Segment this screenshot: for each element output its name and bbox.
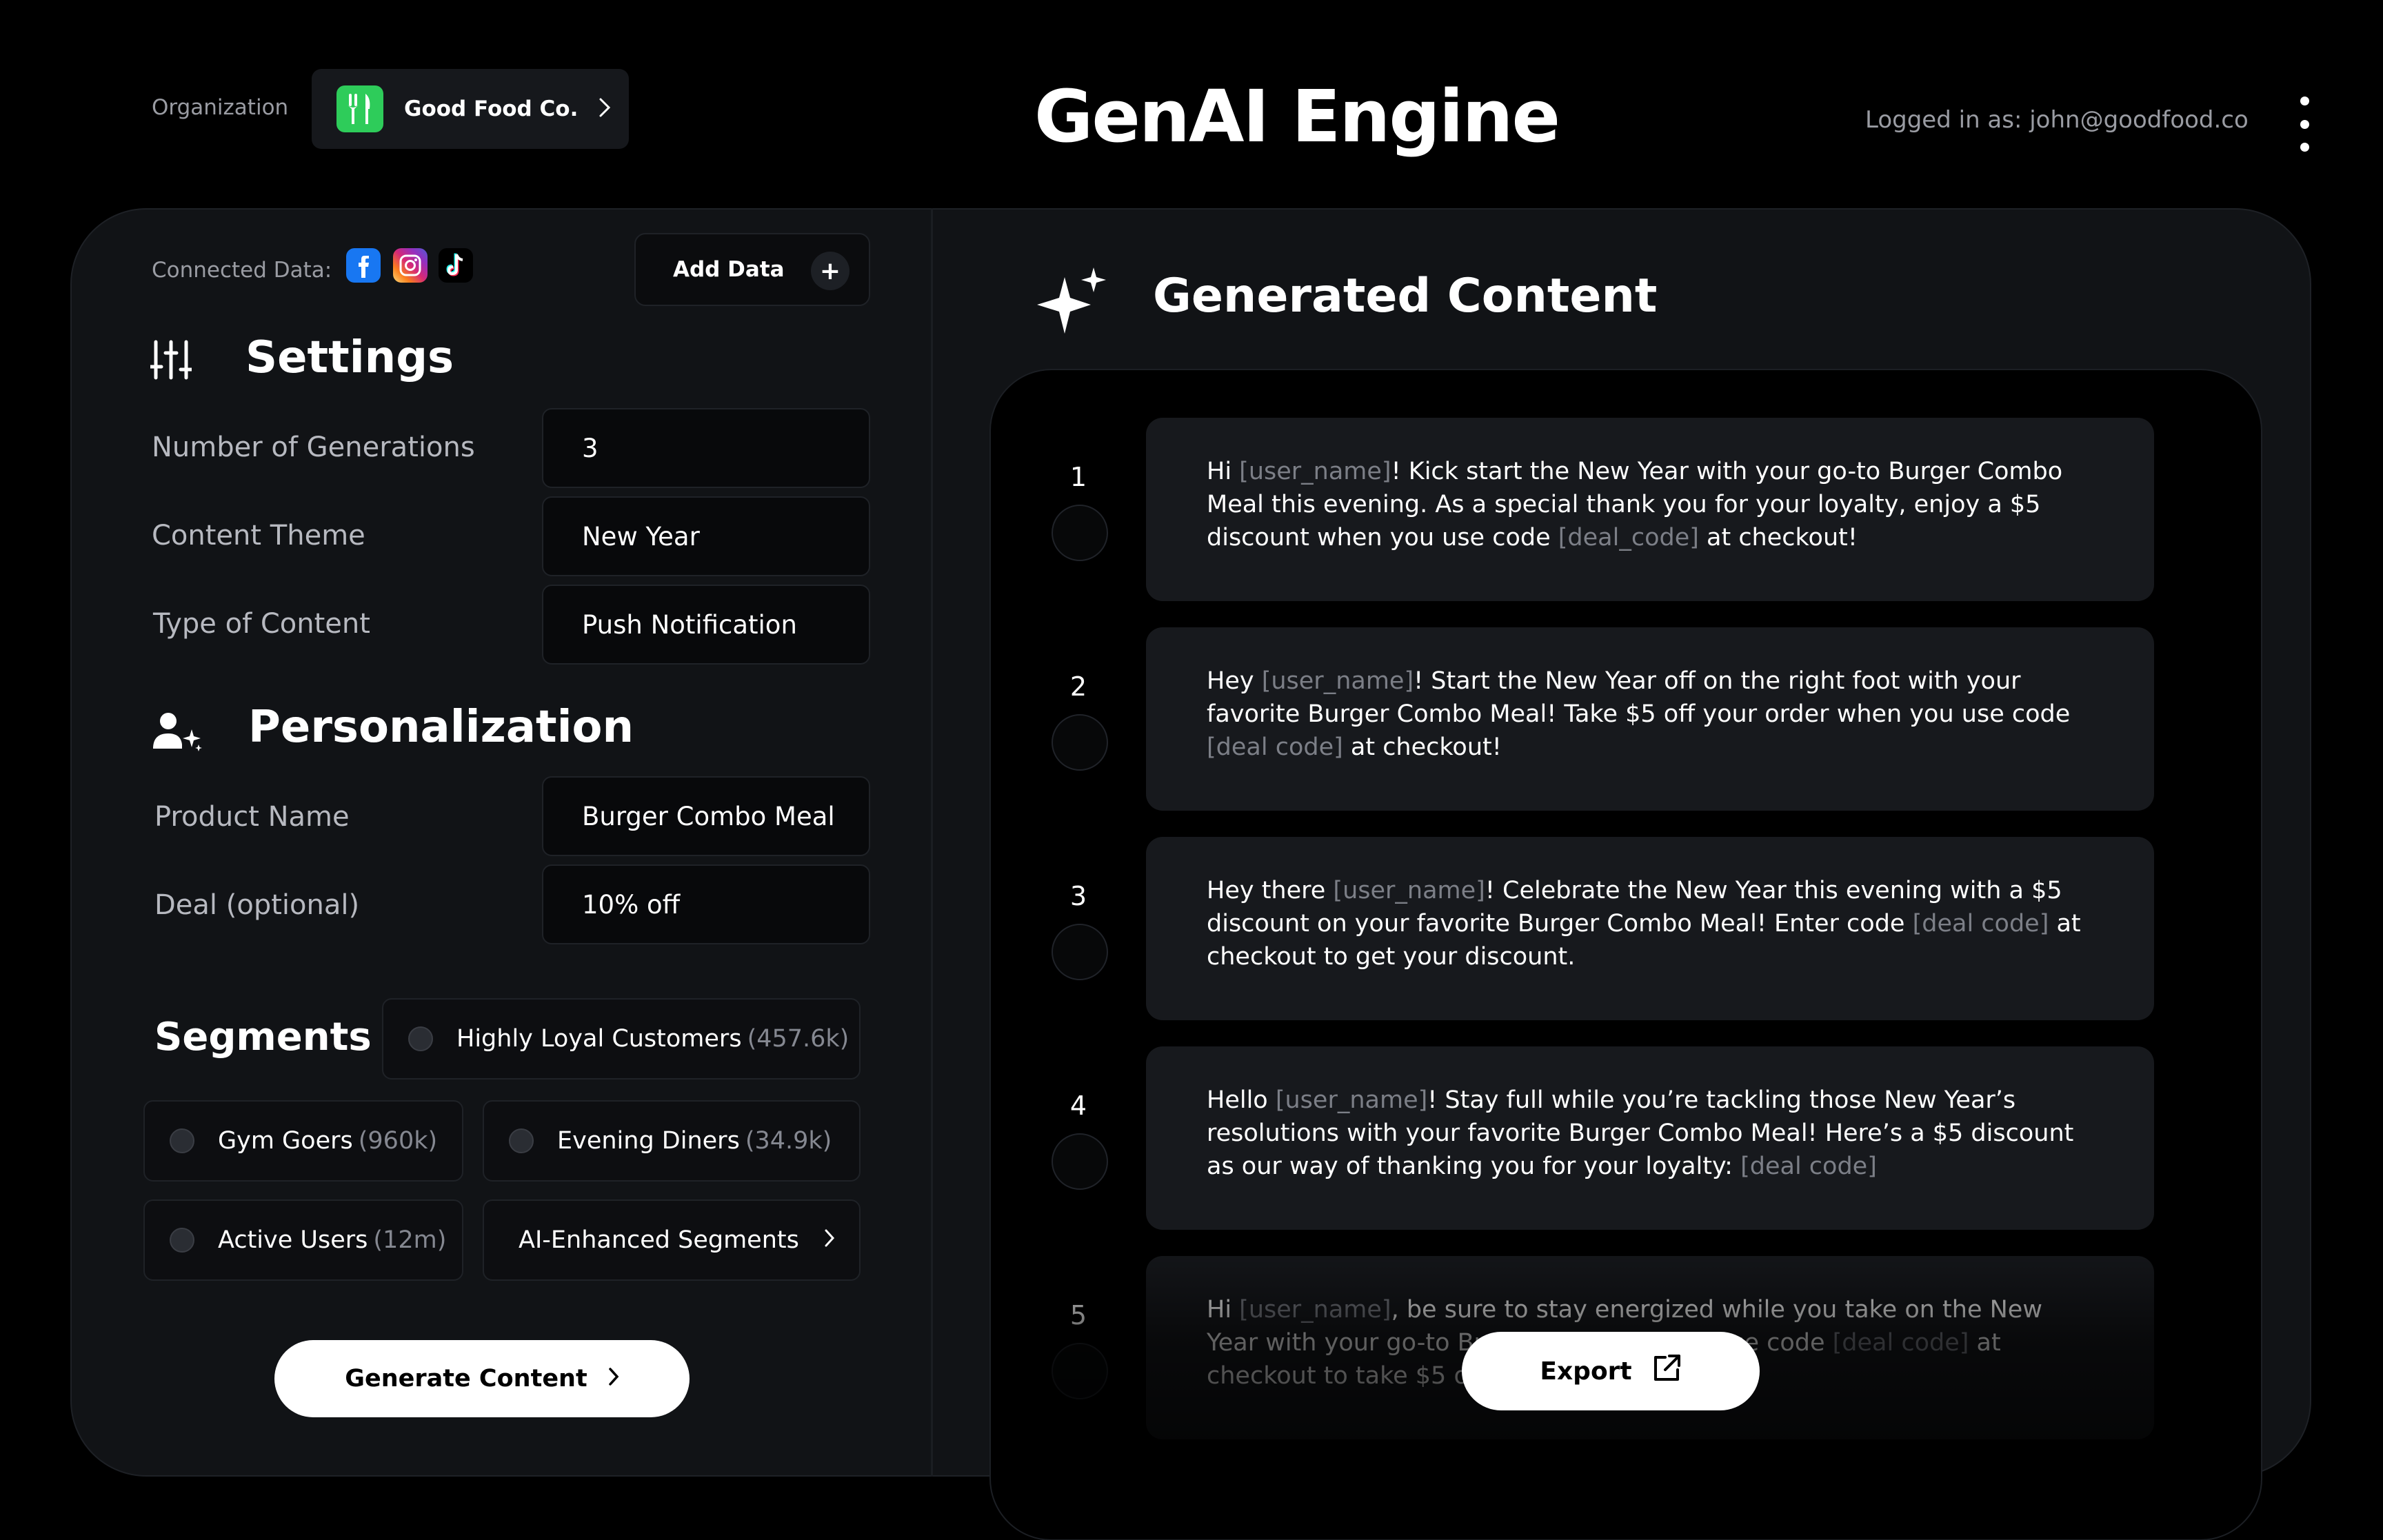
app-title: GenAI Engine: [1034, 74, 1560, 159]
fork-knife-icon: [336, 85, 383, 132]
tiktok-icon[interactable]: [439, 248, 473, 283]
segment-name: Active Users: [218, 1226, 368, 1254]
segment-radio[interactable]: [170, 1128, 194, 1153]
segment-active-users[interactable]: Active Users (12m): [143, 1199, 463, 1281]
organization-selector[interactable]: Good Food Co.: [312, 69, 629, 149]
placeholder-token: [user_name]: [1239, 1296, 1391, 1324]
content-text: Hi: [1207, 1296, 1240, 1324]
content-theme-label: Content Theme: [152, 520, 365, 551]
placeholder-token: [user_name]: [1275, 1086, 1428, 1114]
settings-title: Settings: [245, 332, 454, 383]
segment-gym-goers[interactable]: Gym Goers (960k): [143, 1100, 463, 1182]
user-sparkle-icon: [153, 710, 203, 756]
segment-radio[interactable]: [408, 1026, 433, 1051]
chevron-right-icon: [824, 1226, 835, 1254]
segment-count: (34.9k): [745, 1127, 832, 1155]
more-options-icon[interactable]: [2291, 97, 2318, 152]
connected-data-label: Connected Data:: [152, 258, 332, 283]
generation-number: 5: [1069, 1300, 1087, 1330]
generation-number: 4: [1069, 1091, 1087, 1121]
select-generation-radio[interactable]: [1052, 714, 1108, 771]
segment-name: Evening Diners: [557, 1127, 740, 1155]
generation-number: 1: [1069, 462, 1087, 492]
plus-icon: +: [811, 252, 849, 290]
segment-name: Highly Loyal Customers: [456, 1025, 742, 1053]
segment-evening-diners[interactable]: Evening Diners (34.9k): [483, 1100, 861, 1182]
number-of-generations-input[interactable]: 3: [542, 408, 870, 488]
segment-radio[interactable]: [509, 1128, 534, 1153]
generated-content-title: Generated Content: [1153, 269, 1658, 323]
placeholder-token: [deal code]: [1740, 1153, 1877, 1180]
generate-content-label: Generate Content: [345, 1365, 587, 1392]
deal-label: Deal (optional): [154, 889, 360, 921]
ai-enhanced-segments-label: AI-Enhanced Segments: [519, 1226, 799, 1254]
generated-content-card[interactable]: Hey [user_name]! Start the New Year off …: [1146, 627, 2154, 811]
placeholder-token: [deal_code]: [1558, 524, 1699, 551]
export-label: Export: [1540, 1357, 1632, 1386]
placeholder-token: [deal code]: [1832, 1329, 1969, 1357]
generation-number: 2: [1069, 671, 1087, 702]
panel-divider: [931, 208, 933, 1477]
ai-enhanced-segments-button[interactable]: AI-Enhanced Segments: [483, 1199, 861, 1281]
organization-label: Organization: [152, 95, 289, 120]
export-button[interactable]: Export: [1462, 1332, 1760, 1410]
content-text: Hey: [1207, 667, 1262, 695]
generated-content-card[interactable]: Hello [user_name]! Stay full while you’r…: [1146, 1046, 2154, 1230]
type-of-content-input[interactable]: Push Notification: [542, 585, 870, 665]
segment-count: (960k): [358, 1127, 438, 1155]
content-text: Hey there: [1207, 877, 1334, 904]
content-text: at checkout!: [1698, 524, 1858, 551]
select-generation-radio[interactable]: [1052, 505, 1108, 561]
placeholder-token: [deal code]: [1912, 910, 2049, 938]
type-of-content-label: Type of Content: [153, 608, 370, 640]
external-link-icon: [1651, 1353, 1682, 1390]
placeholder-token: [deal code]: [1207, 733, 1343, 761]
logged-in-user: Logged in as: john@goodfood.co: [1865, 106, 2249, 134]
select-generation-radio[interactable]: [1052, 1343, 1108, 1399]
content-text: Hi: [1207, 458, 1240, 485]
segments-title: Segments: [154, 1015, 372, 1060]
add-data-button[interactable]: Add Data +: [634, 233, 870, 306]
chevron-right-icon: [599, 97, 611, 121]
placeholder-token: [user_name]: [1333, 877, 1485, 904]
content-text: Hello: [1207, 1086, 1276, 1114]
personalization-title: Personalization: [248, 702, 634, 753]
generation-number: 3: [1069, 881, 1087, 911]
generated-content-card[interactable]: Hi [user_name]! Kick start the New Year …: [1146, 418, 2154, 601]
segment-highly-loyal-customers[interactable]: Highly Loyal Customers (457.6k): [382, 998, 861, 1080]
instagram-icon[interactable]: [393, 248, 428, 283]
product-name-input[interactable]: Burger Combo Meal: [542, 776, 870, 856]
sliders-icon: [148, 339, 194, 383]
facebook-icon[interactable]: [346, 248, 381, 283]
organization-name: Good Food Co.: [404, 97, 579, 121]
chevron-right-icon: [608, 1365, 619, 1392]
content-theme-input[interactable]: New Year: [542, 496, 870, 576]
placeholder-token: [user_name]: [1261, 667, 1414, 695]
select-generation-radio[interactable]: [1052, 1133, 1108, 1190]
sparkle-icon: [1034, 267, 1109, 341]
deal-input[interactable]: 10% off: [542, 864, 870, 944]
generated-content-card[interactable]: Hey there [user_name]! Celebrate the New…: [1146, 837, 2154, 1020]
generate-content-button[interactable]: Generate Content: [274, 1340, 690, 1417]
product-name-label: Product Name: [154, 801, 350, 833]
segment-name: Gym Goers: [218, 1127, 353, 1155]
segment-count: (12m): [373, 1226, 447, 1254]
segment-count: (457.6k): [747, 1025, 849, 1053]
number-of-generations-label: Number of Generations: [152, 432, 475, 463]
segment-radio[interactable]: [170, 1228, 194, 1253]
select-generation-radio[interactable]: [1052, 924, 1108, 980]
add-data-label: Add Data: [673, 257, 785, 282]
content-text: at checkout!: [1343, 733, 1502, 761]
placeholder-token: [user_name]: [1239, 458, 1391, 485]
